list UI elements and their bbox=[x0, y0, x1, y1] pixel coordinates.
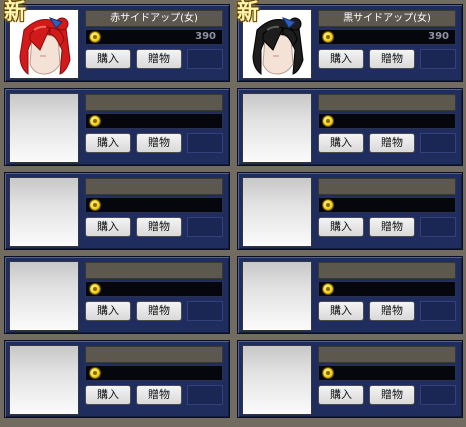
coin-icon bbox=[323, 116, 333, 126]
item-name bbox=[85, 178, 223, 195]
item-name bbox=[318, 346, 456, 363]
item-name: 黒サイドアップ(女) bbox=[318, 10, 456, 27]
empty-slot bbox=[187, 301, 223, 321]
coin-icon bbox=[90, 368, 100, 378]
gift-button[interactable]: 贈物 bbox=[136, 133, 182, 153]
gift-button[interactable]: 贈物 bbox=[136, 217, 182, 237]
gift-button[interactable]: 贈物 bbox=[136, 49, 182, 69]
item-thumbnail[interactable] bbox=[9, 345, 79, 415]
item-name: 赤サイドアップ(女) bbox=[85, 10, 223, 27]
shop-item-card: 購入 贈物 bbox=[237, 88, 463, 166]
item-thumbnail[interactable] bbox=[9, 177, 79, 247]
gift-button[interactable]: 贈物 bbox=[369, 385, 415, 405]
new-badge: 新 bbox=[237, 0, 260, 25]
gift-button[interactable]: 贈物 bbox=[369, 49, 415, 69]
item-name bbox=[318, 94, 456, 111]
buy-button[interactable]: 購入 bbox=[85, 49, 131, 69]
price-field bbox=[85, 197, 223, 213]
buy-button[interactable]: 購入 bbox=[85, 217, 131, 237]
empty-slot bbox=[187, 217, 223, 237]
new-badge: 新 bbox=[4, 0, 27, 25]
item-thumbnail[interactable] bbox=[242, 261, 312, 331]
buy-button[interactable]: 購入 bbox=[318, 301, 364, 321]
item-price: 390 bbox=[428, 31, 449, 42]
item-shop-grid: 新赤サイドアップ(女) 390 購入 贈物新黒サイドアップ(女) 390 購入 贈物 購入 贈物… bbox=[0, 0, 466, 427]
shop-item-card: 購入 贈物 bbox=[4, 256, 230, 334]
item-thumbnail[interactable] bbox=[9, 93, 79, 163]
shop-item-card: 新 赤サイドアップ(女) 390 購入 贈物 bbox=[4, 0, 230, 82]
empty-slot bbox=[187, 49, 223, 69]
price-field bbox=[318, 113, 456, 129]
gift-button[interactable]: 贈物 bbox=[136, 301, 182, 321]
empty-slot bbox=[420, 385, 456, 405]
gift-button[interactable]: 贈物 bbox=[369, 217, 415, 237]
coin-icon bbox=[90, 116, 100, 126]
shop-item-card: 購入 贈物 bbox=[4, 340, 230, 418]
coin-icon bbox=[323, 32, 333, 42]
price-field bbox=[318, 365, 456, 381]
buy-button[interactable]: 購入 bbox=[85, 133, 131, 153]
item-name bbox=[318, 178, 456, 195]
price-field: 390 bbox=[318, 29, 456, 45]
price-field bbox=[318, 281, 456, 297]
shop-item-card: 購入 贈物 bbox=[4, 172, 230, 250]
item-thumbnail[interactable] bbox=[242, 93, 312, 163]
item-name bbox=[318, 262, 456, 279]
item-price: 390 bbox=[195, 31, 216, 42]
empty-slot bbox=[187, 133, 223, 153]
empty-slot bbox=[420, 301, 456, 321]
coin-icon bbox=[90, 200, 100, 210]
shop-item-card: 購入 贈物 bbox=[237, 256, 463, 334]
coin-icon bbox=[323, 368, 333, 378]
shop-item-card: 購入 贈物 bbox=[237, 172, 463, 250]
gift-button[interactable]: 贈物 bbox=[136, 385, 182, 405]
item-name bbox=[85, 262, 223, 279]
item-thumbnail[interactable] bbox=[242, 177, 312, 247]
buy-button[interactable]: 購入 bbox=[318, 385, 364, 405]
buy-button[interactable]: 購入 bbox=[85, 301, 131, 321]
buy-button[interactable]: 購入 bbox=[318, 49, 364, 69]
price-field bbox=[85, 113, 223, 129]
coin-icon bbox=[323, 200, 333, 210]
coin-icon bbox=[323, 284, 333, 294]
price-field bbox=[85, 365, 223, 381]
shop-item-card: 新 黒サイドアップ(女) 390 購入 贈物 bbox=[237, 0, 463, 82]
item-thumbnail[interactable] bbox=[242, 345, 312, 415]
coin-icon bbox=[90, 32, 100, 42]
price-field bbox=[85, 281, 223, 297]
buy-button[interactable]: 購入 bbox=[318, 217, 364, 237]
empty-slot bbox=[420, 133, 456, 153]
gift-button[interactable]: 贈物 bbox=[369, 301, 415, 321]
empty-slot bbox=[420, 49, 456, 69]
shop-item-card: 購入 贈物 bbox=[237, 340, 463, 418]
item-thumbnail[interactable] bbox=[9, 261, 79, 331]
price-field: 390 bbox=[85, 29, 223, 45]
empty-slot bbox=[187, 385, 223, 405]
item-name bbox=[85, 346, 223, 363]
buy-button[interactable]: 購入 bbox=[85, 385, 131, 405]
shop-item-card: 購入 贈物 bbox=[4, 88, 230, 166]
gift-button[interactable]: 贈物 bbox=[369, 133, 415, 153]
price-field bbox=[318, 197, 456, 213]
coin-icon bbox=[90, 284, 100, 294]
item-name bbox=[85, 94, 223, 111]
empty-slot bbox=[420, 217, 456, 237]
buy-button[interactable]: 購入 bbox=[318, 133, 364, 153]
